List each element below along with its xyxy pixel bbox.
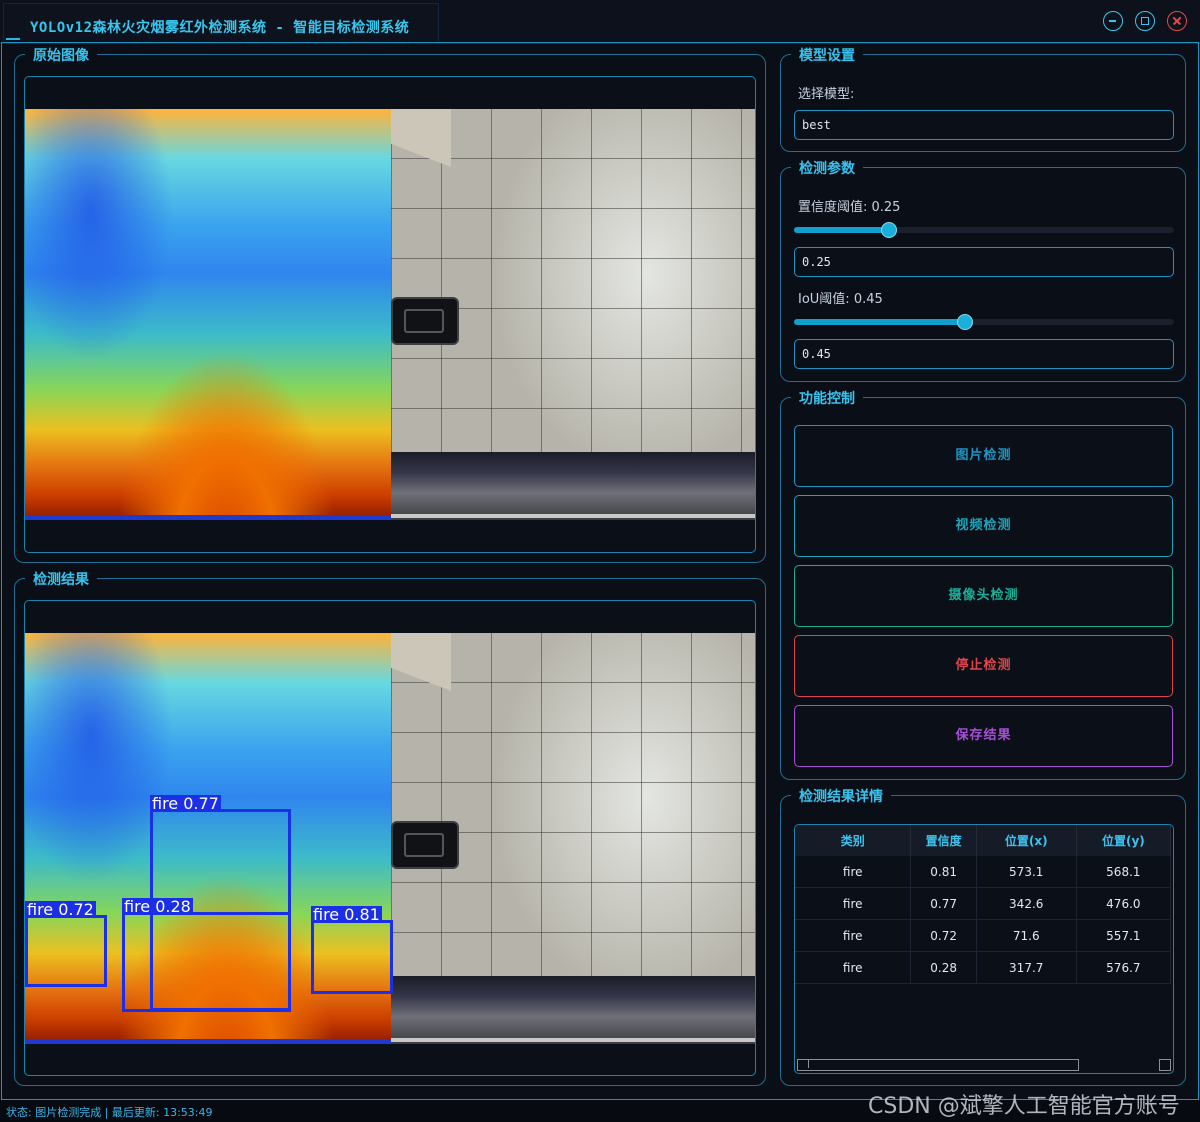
wall-socket — [391, 297, 459, 345]
cell-confidence: 0.77 — [910, 887, 977, 920]
confidence-slider-fill — [794, 227, 889, 233]
detection-box — [122, 912, 291, 1012]
horizontal-scrollbar[interactable] — [797, 1059, 1079, 1071]
controls-title: 功能控制 — [791, 388, 863, 408]
cell-x: 573.1 — [976, 856, 1077, 888]
window-title: YOLOv12森林火灾烟雾红外检测系统 - 智能目标检测系统 — [30, 20, 410, 36]
cell-y: 557.1 — [1076, 919, 1172, 952]
minimize-icon[interactable] — [1103, 11, 1123, 31]
confidence-label: 置信度阈值: 0.25 — [798, 200, 901, 215]
watermark: CSDN @斌擎人工智能官方账号 — [868, 1094, 1180, 1119]
image-detect-button[interactable]: 图片检测 — [794, 425, 1173, 487]
original-image-group: 原始图像 — [14, 45, 766, 563]
detection-box — [25, 915, 107, 987]
result-image-view: fire 0.77 fire 0.72 fire 0.28 fire 0.81 — [24, 600, 756, 1076]
column-header[interactable]: 类别 — [795, 825, 912, 856]
detection-result-group: 检测结果 fire 0.77 fire 0.72 fire 0.28 fire … — [14, 569, 766, 1086]
results-detail-group: 检测结果详情 类别 置信度 位置(x) 位置(y) fire 0.81 573.… — [780, 786, 1186, 1086]
cell-x: 342.6 — [976, 887, 1077, 920]
cabinet-shape — [391, 633, 451, 691]
column-header[interactable]: 位置(y) — [1076, 825, 1172, 856]
original-image-view — [24, 76, 756, 553]
table-row[interactable]: fire 0.81 573.1 568.1 — [795, 856, 1172, 888]
cell-y: 576.7 — [1076, 951, 1172, 984]
results-detail-title: 检测结果详情 — [791, 786, 891, 806]
iou-slider-handle[interactable] — [957, 314, 973, 330]
cell-class: fire — [795, 856, 912, 888]
wall-socket — [391, 821, 459, 869]
rgb-image-result — [391, 633, 755, 1044]
cell-confidence: 0.28 — [910, 951, 977, 984]
detection-label: fire 0.81 — [311, 905, 382, 924]
cell-x: 71.6 — [976, 919, 1077, 952]
select-model-label: 选择模型: — [798, 87, 855, 102]
cell-x: 317.7 — [976, 951, 1077, 984]
detection-params-group: 检测参数 置信度阈值: 0.25 0.25 IoU阈值: 0.45 0.45 — [780, 158, 1186, 382]
detection-box — [311, 920, 393, 994]
table-header-row: 类别 置信度 位置(x) 位置(y) — [795, 825, 1172, 856]
camera-detect-button[interactable]: 摄像头检测 — [794, 565, 1173, 627]
title-tab: YOLOv12森林火灾烟雾红外检测系统 - 智能目标检测系统 — [3, 3, 439, 42]
table-row[interactable]: fire 0.77 342.6 476.0 — [795, 887, 1172, 920]
model-settings-title: 模型设置 — [791, 45, 863, 65]
results-table: 类别 置信度 位置(x) 位置(y) fire 0.81 573.1 568.1… — [795, 825, 1172, 984]
cell-y: 476.0 — [1076, 887, 1172, 920]
model-settings-group: 模型设置 选择模型: best — [780, 45, 1186, 152]
table-row[interactable]: fire 0.28 317.7 576.7 — [795, 951, 1172, 984]
results-table-view: 类别 置信度 位置(x) 位置(y) fire 0.81 573.1 568.1… — [794, 824, 1174, 1074]
column-header[interactable]: 置信度 — [910, 825, 977, 856]
title-accent-line — [6, 38, 20, 40]
original-image-title: 原始图像 — [25, 45, 97, 65]
video-detect-button[interactable]: 视频检测 — [794, 495, 1173, 557]
iou-slider[interactable] — [794, 314, 1174, 330]
detection-label: fire 0.77 — [150, 794, 221, 813]
detection-result-title: 检测结果 — [25, 569, 97, 589]
table-row[interactable]: fire 0.72 71.6 557.1 — [795, 919, 1172, 952]
cell-y: 568.1 — [1076, 856, 1172, 888]
confidence-slider[interactable] — [794, 222, 1174, 238]
cell-confidence: 0.81 — [910, 856, 977, 888]
confidence-input[interactable]: 0.25 — [794, 247, 1174, 277]
iou-input[interactable]: 0.45 — [794, 339, 1174, 369]
stove-shape — [391, 976, 755, 1044]
model-select[interactable]: best — [794, 110, 1174, 140]
title-bar: YOLOv12森林火灾烟雾红外检测系统 - 智能目标检测系统 — [0, 0, 1200, 44]
cell-class: fire — [795, 887, 912, 920]
close-icon[interactable] — [1167, 11, 1187, 31]
confidence-slider-handle[interactable] — [881, 222, 897, 238]
status-text: 状态: 图片检测完成 | 最后更新: 13:53:49 — [6, 1106, 213, 1119]
detection-label: fire 0.28 — [122, 897, 193, 916]
cell-confidence: 0.72 — [910, 919, 977, 952]
cabinet-shape — [391, 109, 451, 167]
cell-class: fire — [795, 919, 912, 952]
scrollbar-corner — [1159, 1059, 1171, 1071]
detection-params-title: 检测参数 — [791, 158, 863, 178]
stove-shape — [391, 452, 755, 520]
iou-slider-fill — [794, 319, 965, 325]
cell-class: fire — [795, 951, 912, 984]
controls-group: 功能控制 图片检测 视频检测 摄像头检测 停止检测 保存结果 — [780, 388, 1186, 780]
maximize-icon[interactable] — [1135, 11, 1155, 31]
detection-label: fire 0.72 — [25, 900, 96, 919]
save-results-button[interactable]: 保存结果 — [794, 705, 1173, 767]
iou-label: IoU阈值: 0.45 — [798, 292, 883, 307]
thermal-image — [25, 109, 391, 520]
column-header[interactable]: 位置(x) — [976, 825, 1077, 856]
rgb-image — [391, 109, 755, 520]
stop-detect-button[interactable]: 停止检测 — [794, 635, 1173, 697]
